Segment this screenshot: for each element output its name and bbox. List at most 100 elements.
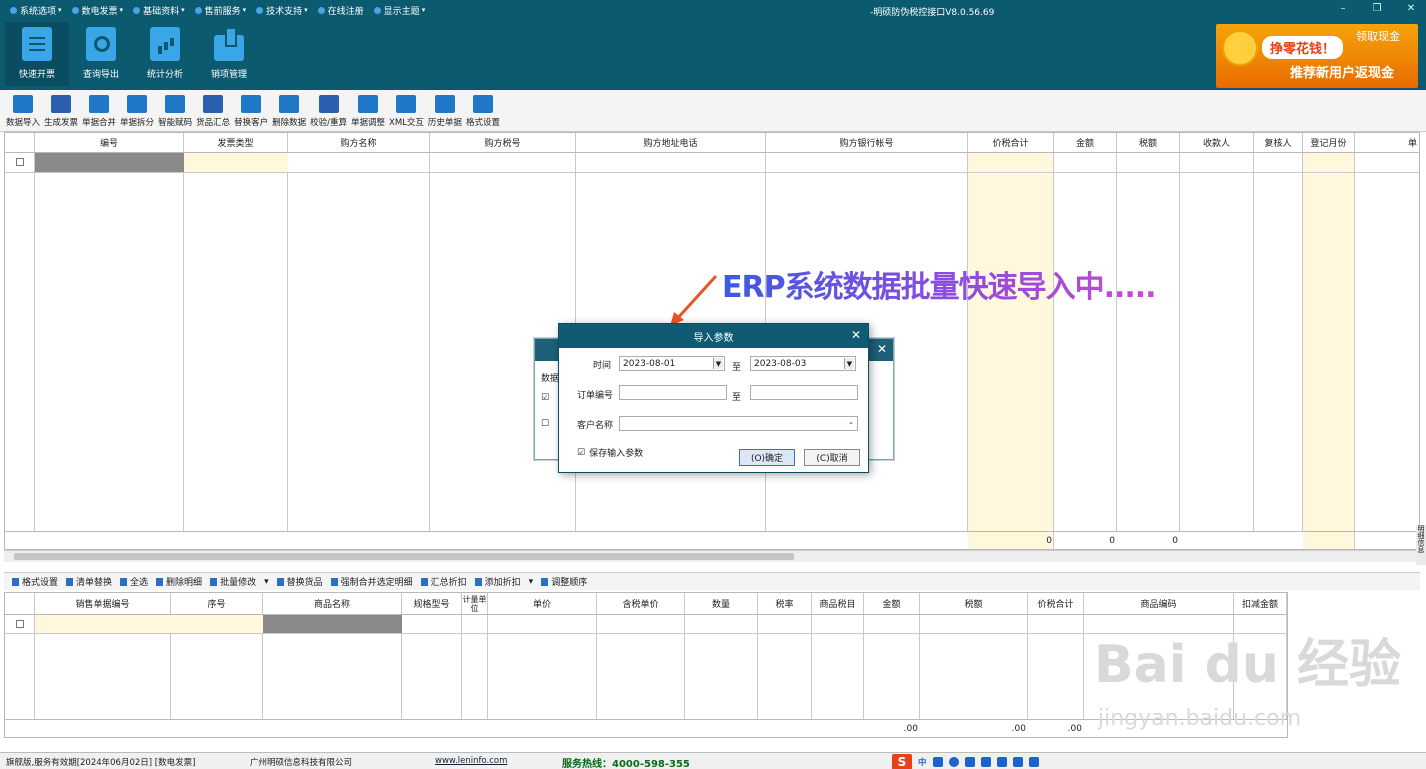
side-tab-label[interactable]: 明细信息: [1416, 525, 1426, 565]
col-payee[interactable]: 收款人: [1180, 133, 1254, 152]
row-checkbox[interactable]: [16, 620, 24, 628]
quick-invoice-button[interactable]: 快速开票: [5, 22, 69, 86]
split-docs-button[interactable]: 单据拆分: [118, 90, 156, 131]
doc-no-cell[interactable]: [35, 615, 171, 633]
col-spec[interactable]: 规格型号: [402, 593, 462, 614]
menu-display-theme[interactable]: 显示主题 ▾: [373, 4, 425, 17]
add-discount-button[interactable]: 添加折扣 ▾: [474, 575, 533, 588]
cancel-button[interactable]: (C)取消: [804, 449, 860, 466]
select-all-button[interactable]: 全选: [120, 575, 148, 588]
order-no-to-input[interactable]: [750, 385, 858, 400]
selected-cell[interactable]: [263, 615, 402, 633]
col-sales-doc-no[interactable]: 销售单据编号: [35, 593, 171, 614]
statistics-button[interactable]: 统计分析: [133, 22, 197, 86]
force-merge-button[interactable]: 强制合并选定明细: [330, 575, 413, 588]
invoice-type-cell[interactable]: [184, 153, 288, 172]
keyboard-icon[interactable]: [980, 756, 991, 767]
col-truncated[interactable]: 单: [1355, 133, 1419, 152]
seq-cell[interactable]: [171, 615, 263, 633]
emoji-icon[interactable]: [948, 756, 959, 767]
promo-banner[interactable]: 挣零花钱！ 领取现金 推荐新用户返现金: [1216, 24, 1418, 88]
verify-recalc-button[interactable]: 校验/重算: [308, 90, 349, 131]
delete-data-button[interactable]: 删除数据: [270, 90, 308, 131]
list-replace-button[interactable]: 清单替换: [66, 575, 112, 588]
punctuation-icon[interactable]: [932, 756, 943, 767]
col-product-name[interactable]: 商品名称: [263, 593, 402, 614]
delete-detail-button[interactable]: 删除明细: [156, 575, 202, 588]
col-total[interactable]: 价税合计: [968, 133, 1054, 152]
generate-invoice-button[interactable]: 生成发票: [42, 90, 80, 131]
checkbox-checked-icon[interactable]: ☑: [577, 448, 585, 458]
menu-online-register[interactable]: 在线注册: [317, 4, 364, 17]
row-checkbox[interactable]: [16, 158, 24, 166]
history-docs-button[interactable]: 历史单据: [426, 90, 464, 131]
restore-icon[interactable]: ❐: [1370, 3, 1384, 14]
col-buyer-address[interactable]: 购方地址电话: [576, 133, 766, 152]
order-no-from-input[interactable]: [619, 385, 727, 400]
customer-name-select[interactable]: ⌄: [619, 416, 858, 431]
chevron-down-icon[interactable]: ⌄: [848, 418, 854, 426]
goods-summary-button[interactable]: 货品汇总: [194, 90, 232, 131]
smart-code-button[interactable]: 智能赋码: [156, 90, 194, 131]
menu-digital-invoice[interactable]: 数电发票 ▾: [71, 4, 123, 17]
sogou-icon[interactable]: S: [892, 753, 912, 769]
output-manage-button[interactable]: 销项管理: [197, 22, 261, 86]
table-row[interactable]: [5, 153, 1419, 173]
menu-basic-data[interactable]: 基础资料 ▾: [133, 4, 185, 17]
minimize-icon[interactable]: –: [1336, 3, 1350, 14]
user-icon[interactable]: [996, 756, 1007, 767]
website-link[interactable]: www.leninfo.com: [435, 756, 507, 766]
back-checkbox-checked[interactable]: ☑: [541, 393, 549, 403]
xml-exchange-button[interactable]: XML交互: [387, 90, 426, 131]
skin-icon[interactable]: [1012, 756, 1023, 767]
dropdown-arrow-icon[interactable]: ▼: [713, 358, 723, 369]
col-reg-month[interactable]: 登记月份: [1303, 133, 1355, 152]
detail-format-button[interactable]: 格式设置: [12, 575, 58, 588]
menu-system-options[interactable]: 系统选项 ▾: [10, 4, 62, 17]
toolbox-icon[interactable]: [1028, 756, 1039, 767]
col-product-code[interactable]: 商品编码: [1084, 593, 1234, 614]
mic-icon[interactable]: [964, 756, 975, 767]
batch-edit-button[interactable]: 批量修改 ▾: [210, 575, 269, 588]
data-import-button[interactable]: 数据导入: [4, 90, 42, 131]
col-quantity[interactable]: 数量: [685, 593, 758, 614]
selected-cell[interactable]: [35, 153, 184, 172]
adjust-docs-button[interactable]: 单据调整: [349, 90, 387, 131]
col-tax-rate[interactable]: 税率: [758, 593, 812, 614]
save-params-checkbox[interactable]: ☑ 保存输入参数: [577, 446, 643, 460]
summary-discount-button[interactable]: 汇总折扣: [420, 575, 467, 588]
replace-goods-button[interactable]: 替换货品: [276, 575, 323, 588]
col-buyer-name[interactable]: 购方名称: [288, 133, 430, 152]
col-tax[interactable]: 税额: [1117, 133, 1180, 152]
col-amount[interactable]: 金额: [1054, 133, 1117, 152]
col-buyer-taxid[interactable]: 购方税号: [430, 133, 576, 152]
date-from-picker[interactable]: 2023-08-01 ▼: [619, 356, 725, 371]
back-checkbox-unchecked[interactable]: ☐: [541, 419, 549, 429]
date-to-picker[interactable]: 2023-08-03 ▼: [750, 356, 856, 371]
format-settings-button[interactable]: 格式设置: [464, 90, 502, 131]
dropdown-arrow-icon[interactable]: ▼: [844, 358, 854, 369]
col-number[interactable]: 编号: [35, 133, 184, 152]
col-seq[interactable]: 序号: [171, 593, 263, 614]
horizontal-scrollbar[interactable]: [4, 550, 1420, 562]
col-tax[interactable]: 税额: [920, 593, 1028, 614]
col-total[interactable]: 价税合计: [1028, 593, 1084, 614]
close-icon[interactable]: ✕: [877, 342, 887, 356]
adjust-order-button[interactable]: 调整顺序: [541, 575, 587, 588]
menu-presales[interactable]: 售前服务 ▾: [194, 4, 246, 17]
col-unit-price[interactable]: 单价: [488, 593, 597, 614]
col-deduct[interactable]: 扣减金额: [1234, 593, 1287, 614]
close-icon[interactable]: ✕: [1404, 3, 1418, 14]
merge-docs-button[interactable]: 单据合并: [80, 90, 118, 131]
col-select[interactable]: [5, 133, 35, 152]
ok-button[interactable]: (O)确定: [739, 449, 795, 466]
close-icon[interactable]: ✕: [851, 328, 861, 342]
replace-customer-button[interactable]: 替换客户: [232, 90, 270, 131]
col-invoice-type[interactable]: 发票类型: [184, 133, 288, 152]
col-reviewer[interactable]: 复核人: [1254, 133, 1303, 152]
col-select[interactable]: [5, 593, 35, 614]
col-tax-item[interactable]: 商品税目: [812, 593, 864, 614]
ime-language[interactable]: 中: [918, 756, 927, 768]
menu-tech-support[interactable]: 技术支持 ▾: [256, 4, 308, 17]
scroll-thumb[interactable]: [14, 553, 794, 560]
